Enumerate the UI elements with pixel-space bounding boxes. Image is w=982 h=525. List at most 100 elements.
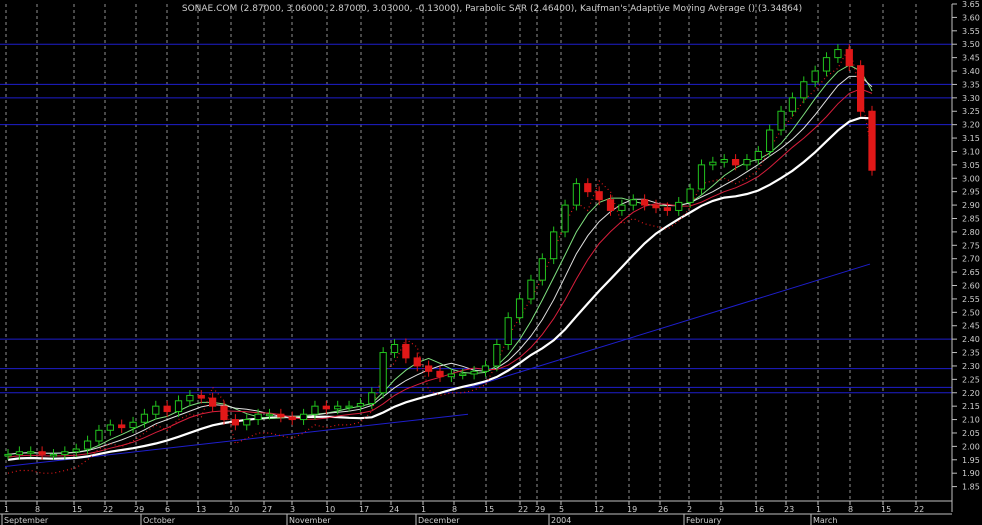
y-tick-label: 2.30 bbox=[962, 362, 980, 371]
candle-body bbox=[822, 57, 831, 72]
month-label: September bbox=[4, 516, 49, 525]
candle-body bbox=[811, 70, 819, 83]
candle-body bbox=[845, 49, 853, 67]
y-tick-label: 3.20 bbox=[962, 121, 980, 130]
candle-body bbox=[38, 451, 46, 455]
x-tick-label: 8 bbox=[452, 505, 457, 514]
y-tick-label: 3.40 bbox=[962, 67, 980, 76]
x-tick-label: 17 bbox=[359, 505, 369, 514]
y-tick-label: 2.85 bbox=[962, 214, 980, 223]
candle-body bbox=[868, 110, 876, 171]
candle-body bbox=[288, 416, 296, 421]
candle-body bbox=[720, 159, 728, 163]
candle-body bbox=[572, 183, 581, 206]
y-tick-label: 2.20 bbox=[962, 389, 980, 398]
y-tick-label: 2.35 bbox=[962, 349, 980, 358]
candle-body bbox=[436, 370, 444, 378]
candle-body bbox=[629, 199, 637, 206]
candle-body bbox=[265, 413, 274, 417]
x-tick-label: 1 bbox=[4, 505, 9, 514]
candle-body bbox=[857, 65, 865, 112]
candle-body bbox=[356, 402, 365, 407]
candle-body bbox=[754, 150, 762, 161]
x-tick-label: 15 bbox=[881, 505, 891, 514]
x-tick-label: 24 bbox=[389, 505, 399, 514]
candle-body bbox=[595, 191, 603, 201]
y-tick-label: 2.80 bbox=[962, 228, 980, 237]
month-label: December bbox=[418, 516, 460, 525]
candle-body bbox=[277, 413, 285, 418]
candle-body bbox=[345, 405, 353, 409]
candle-body bbox=[220, 405, 228, 421]
y-tick-label: 2.05 bbox=[962, 429, 980, 438]
candle-body bbox=[652, 204, 660, 209]
candle-body bbox=[686, 188, 694, 203]
candle-body bbox=[390, 343, 399, 354]
x-tick-label: 22 bbox=[914, 505, 924, 514]
candle-body bbox=[675, 201, 683, 211]
candle-body bbox=[231, 419, 239, 426]
x-tick-label: 13 bbox=[196, 505, 206, 514]
x-tick-label: 26 bbox=[658, 505, 668, 514]
x-tick-label: 23 bbox=[784, 505, 794, 514]
y-tick-label: 2.75 bbox=[962, 241, 980, 250]
y-tick-label: 2.95 bbox=[962, 188, 980, 197]
x-tick-label: 16 bbox=[754, 505, 764, 514]
candle-body bbox=[27, 451, 35, 454]
x-tick-label: 8 bbox=[848, 505, 853, 514]
candle-body bbox=[174, 400, 183, 413]
candle-body bbox=[379, 352, 387, 394]
candle-body bbox=[709, 161, 717, 166]
x-tick-label: 12 bbox=[594, 505, 604, 514]
x-tick-label: 22 bbox=[103, 505, 113, 514]
candle-body bbox=[515, 298, 524, 319]
x-tick-label: 2 bbox=[687, 505, 692, 514]
candle-body bbox=[163, 405, 171, 413]
x-tick-label: 27 bbox=[262, 505, 272, 514]
candle-body bbox=[49, 453, 58, 457]
candle-body bbox=[731, 159, 740, 166]
x-tick-label: 29 bbox=[134, 505, 144, 514]
y-tick-label: 2.65 bbox=[962, 268, 980, 277]
x-tick-label: 3 bbox=[290, 505, 295, 514]
x-tick-label: 10 bbox=[325, 505, 335, 514]
candle-body bbox=[106, 424, 114, 431]
month-label: October bbox=[143, 516, 176, 525]
candle-body bbox=[209, 397, 217, 407]
y-tick-label: 2.60 bbox=[962, 282, 980, 291]
candle-body bbox=[800, 81, 808, 99]
candle-body bbox=[663, 207, 671, 211]
candle-body bbox=[95, 429, 103, 442]
candle-body bbox=[504, 317, 512, 345]
chart-title: SONAE.COM (2.87000, 3.06000, 2.87000, 3.… bbox=[182, 4, 802, 14]
x-tick-label: 15 bbox=[484, 505, 494, 514]
y-tick-label: 2.00 bbox=[962, 442, 980, 451]
candle-body bbox=[186, 394, 194, 402]
candle-body bbox=[129, 421, 137, 429]
x-tick-label: 15 bbox=[72, 505, 82, 514]
candle-body bbox=[618, 204, 626, 211]
y-tick-label: 2.10 bbox=[962, 416, 980, 425]
candle-body bbox=[425, 365, 433, 372]
y-tick-label: 1.90 bbox=[962, 469, 980, 478]
candle-body bbox=[834, 49, 842, 59]
x-tick-label: 5 bbox=[559, 505, 564, 514]
candle-body bbox=[322, 405, 330, 410]
candle-body bbox=[334, 405, 342, 410]
x-tick-label: 20 bbox=[229, 505, 239, 514]
y-tick-label: 2.25 bbox=[962, 375, 980, 384]
y-tick-label: 2.70 bbox=[962, 255, 980, 264]
y-tick-label: 3.00 bbox=[962, 174, 980, 183]
candle-body bbox=[561, 204, 569, 233]
candle-body bbox=[243, 419, 251, 426]
candle-body bbox=[83, 440, 92, 450]
chart-root: 3.65 3.60 3.55 3.50 3.45 3.40 3.35 3.30 3.25 3.20… bbox=[0, 0, 982, 525]
candle-body bbox=[697, 164, 706, 190]
candle-body bbox=[311, 405, 319, 415]
candle-body bbox=[606, 199, 615, 211]
x-tick-label: 22 bbox=[518, 505, 528, 514]
candle-body bbox=[197, 394, 205, 399]
x-tick-label: 19 bbox=[627, 505, 637, 514]
x-tick-label: 1 bbox=[816, 505, 821, 514]
y-tick-label: 3.10 bbox=[962, 147, 980, 156]
